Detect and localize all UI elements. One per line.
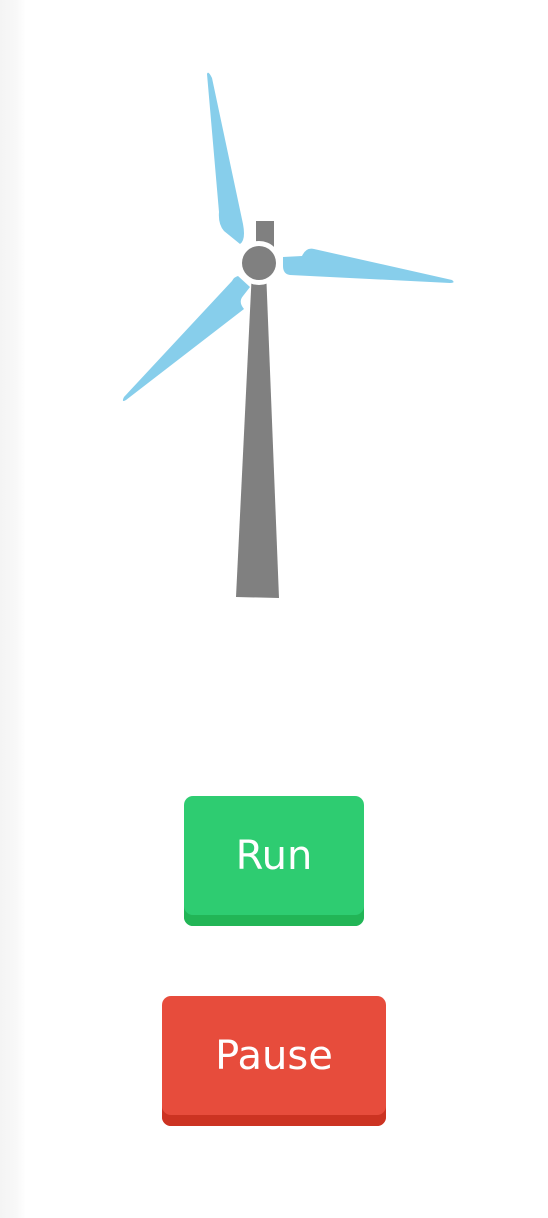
turbine-hub — [242, 246, 276, 280]
turbine-tower — [236, 270, 279, 598]
turbine-blade-left — [122, 276, 250, 401]
turbine-blade-right — [283, 248, 454, 283]
turbine-blade-up — [207, 72, 244, 245]
wind-turbine — [122, 72, 454, 598]
pause-button[interactable]: Pause — [162, 996, 386, 1126]
run-button[interactable]: Run — [184, 796, 364, 926]
